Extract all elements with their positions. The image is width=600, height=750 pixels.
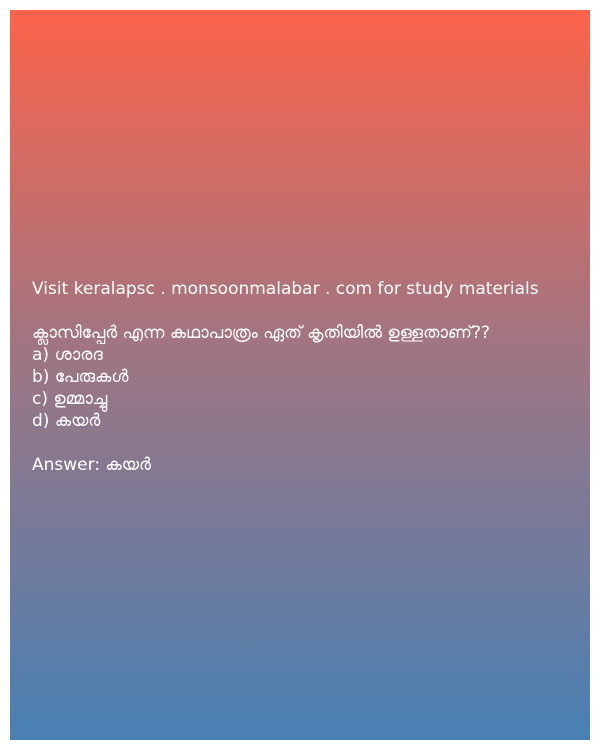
option-a: a) ശാരദ xyxy=(32,345,103,365)
question-text: ക്ലാസിപ്പേർ എന്ന കഥാപാത്രം ഏത് കൃതിയിൽ ഉ… xyxy=(32,323,491,343)
card-content: Visit keralapsc . monsoonmalabar . com f… xyxy=(32,278,582,476)
option-d: d) കയർ xyxy=(32,411,101,431)
question-card: Visit keralapsc . monsoonmalabar . com f… xyxy=(10,10,590,740)
answer-text: Answer: കയർ xyxy=(32,455,151,475)
option-c: c) ഉമ്മാച്ചു xyxy=(32,389,108,409)
promo-text: Visit keralapsc . monsoonmalabar . com f… xyxy=(32,279,539,299)
option-b: b) പേരുകൾ xyxy=(32,367,129,387)
